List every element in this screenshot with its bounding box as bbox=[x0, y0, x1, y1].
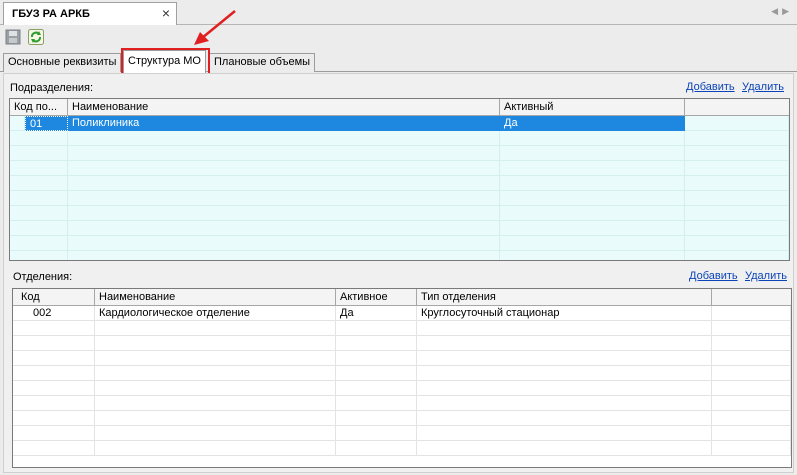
table-row[interactable]: 01 Поликлиника Да bbox=[10, 116, 789, 131]
scroll-left-icon[interactable]: ◀ bbox=[771, 6, 782, 16]
column-header[interactable]: Наименование bbox=[68, 99, 500, 116]
cell-name: Поликлиника bbox=[68, 116, 500, 131]
structure-panel: Подразделения: Добавить Удалить Код по..… bbox=[3, 73, 794, 473]
close-icon[interactable]: × bbox=[162, 5, 170, 21]
scroll-right-icon[interactable]: ▶ bbox=[782, 6, 793, 16]
document-tab-title: ГБУЗ РА АРКБ bbox=[12, 8, 90, 20]
column-header[interactable]: Активный bbox=[500, 99, 685, 116]
column-header-filler bbox=[712, 289, 791, 306]
subdivisions-grid: Код по... Наименование Активный 01 Полик… bbox=[9, 98, 790, 261]
column-header[interactable]: Наименование bbox=[95, 289, 336, 306]
add-subdivision-link[interactable]: Добавить bbox=[686, 81, 735, 93]
save-icon[interactable] bbox=[5, 29, 21, 45]
cell-code: 002 bbox=[13, 306, 95, 321]
grid-rows: 002 Кардиологическое отделение Да Кругло… bbox=[13, 306, 791, 456]
tab-label: Плановые объемы bbox=[214, 56, 311, 68]
document-tab[interactable]: ГБУЗ РА АРКБ × bbox=[3, 2, 177, 25]
delete-department-link[interactable]: Удалить bbox=[745, 270, 787, 282]
document-tab-bar: ГБУЗ РА АРКБ × ◀▶ bbox=[0, 0, 797, 25]
cell-type: Круглосуточный стационар bbox=[417, 306, 712, 321]
grid-header: Код Наименование Активное Тип отделения bbox=[13, 289, 791, 306]
subdivisions-label: Подразделения: bbox=[10, 82, 94, 94]
tab-planned-volumes[interactable]: Плановые объемы bbox=[209, 53, 316, 72]
column-header-filler bbox=[685, 99, 789, 116]
add-department-link[interactable]: Добавить bbox=[689, 270, 738, 282]
delete-subdivision-link[interactable]: Удалить bbox=[742, 81, 784, 93]
row-indicator bbox=[10, 116, 25, 131]
cell-code: 01 bbox=[25, 116, 68, 131]
cell-active: Да bbox=[500, 116, 685, 131]
annotation-arrow bbox=[194, 10, 236, 45]
grid-rows: 01 Поликлиника Да bbox=[10, 116, 789, 260]
column-header[interactable]: Код по... bbox=[10, 99, 68, 116]
tab-main-details[interactable]: Основные реквизиты bbox=[3, 53, 122, 72]
grid-header: Код по... Наименование Активный bbox=[10, 99, 789, 116]
cell-active: Да bbox=[336, 306, 417, 321]
tab-structure[interactable]: Структура МО bbox=[123, 50, 206, 73]
toolbar bbox=[0, 25, 797, 49]
departments-label: Отделения: bbox=[13, 271, 73, 283]
cell-name: Кардиологическое отделение bbox=[95, 306, 336, 321]
departments-grid: Код Наименование Активное Тип отделения … bbox=[12, 288, 792, 468]
cell-filler bbox=[712, 306, 791, 321]
table-row[interactable]: 002 Кардиологическое отделение Да Кругло… bbox=[13, 306, 791, 321]
refresh-icon[interactable] bbox=[28, 29, 44, 45]
section-tabs: Основные реквизиты Структура МО Плановые… bbox=[0, 50, 797, 73]
column-header[interactable]: Активное bbox=[336, 289, 417, 306]
tab-label: Основные реквизиты bbox=[8, 56, 117, 68]
cell-filler bbox=[685, 116, 789, 131]
column-header[interactable]: Тип отделения bbox=[417, 289, 712, 306]
tab-scroll-arrows: ◀▶ bbox=[771, 6, 793, 17]
tab-label: Структура МО bbox=[128, 55, 201, 67]
column-header[interactable]: Код bbox=[13, 289, 95, 306]
